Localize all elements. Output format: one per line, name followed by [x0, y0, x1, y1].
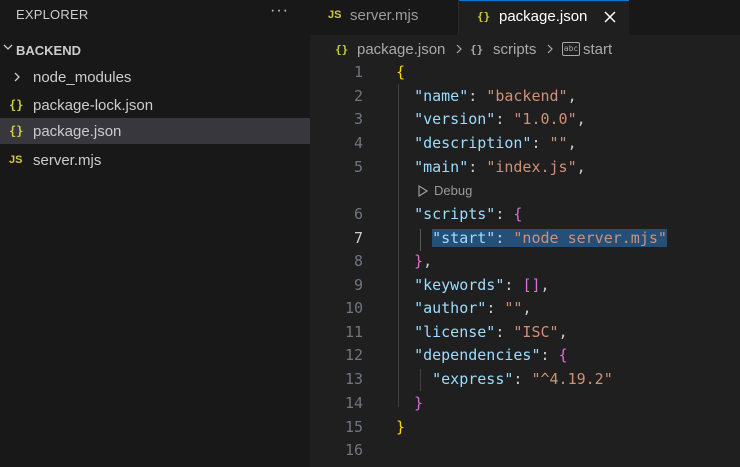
chevron-right-icon — [547, 44, 553, 54]
explorer-title: EXPLORER — [16, 7, 89, 22]
line-number: 2 — [353, 87, 363, 105]
more-actions-icon[interactable]: ··· — [270, 2, 289, 20]
tree-item-label: server.mjs — [33, 152, 102, 169]
line-number: 3 — [353, 110, 363, 128]
tree-item-label: package-lock.json — [33, 97, 154, 114]
line-number: 11 — [344, 323, 363, 341]
object-icon: {} — [470, 43, 484, 56]
json-icon: {} — [477, 10, 491, 23]
string-icon: abc — [562, 42, 580, 56]
tree-item-node-modules[interactable]: node_modules — [0, 64, 310, 90]
code-line: 11 "license": "ISC", — [310, 321, 740, 344]
line-number: 4 — [353, 134, 363, 152]
code-line-current: 7 "start": "node server.mjs" — [310, 227, 740, 250]
tree-item-package-json[interactable]: {} package.json — [0, 118, 310, 144]
code-line: 16 — [310, 439, 740, 462]
code-line: 15 } — [310, 416, 740, 439]
code-text: "express": "^4.19.2" — [432, 370, 613, 388]
tree-item-package-lock-json[interactable]: {} package-lock.json — [0, 92, 310, 118]
json-icon: {} — [9, 124, 24, 138]
tab-server-mjs[interactable]: JS server.mjs — [310, 0, 459, 35]
chevron-right-icon — [456, 44, 462, 54]
code-line: 13 "express": "^4.19.2" — [310, 368, 740, 391]
code-line: 3 "version": "1.0.0", — [310, 108, 740, 131]
folder-title: BACKEND — [16, 43, 81, 58]
line-number: 6 — [353, 205, 363, 223]
code-line: 5 "main": "index.js", — [310, 156, 740, 179]
chevron-right-icon — [14, 72, 20, 82]
breadcrumb-item-start[interactable]: start — [583, 41, 612, 58]
json-icon: {} — [9, 98, 24, 112]
code-line: 1 { — [310, 61, 740, 84]
line-number: 5 — [353, 158, 363, 176]
code-line: 2 "name": "backend", — [310, 85, 740, 108]
tab-package-json[interactable]: {} package.json — [459, 0, 629, 35]
folder-section-backend[interactable]: BACKEND — [0, 38, 310, 62]
line-number: 1 — [353, 63, 363, 81]
breadcrumb-item-scripts[interactable]: scripts — [493, 41, 536, 58]
code-text: } — [414, 394, 424, 412]
code-line: 9 "keywords": [], — [310, 274, 740, 297]
explorer-sidebar: EXPLORER ··· BACKEND node_modules {} pac… — [0, 0, 310, 467]
breadcrumb: {} package.json {} scripts abc start — [310, 38, 740, 60]
code-line: 14 } — [310, 392, 740, 415]
code-text: "version": "1.0.0", — [414, 110, 586, 128]
js-icon: JS — [328, 9, 342, 21]
code-text: "description": "", — [414, 134, 577, 152]
close-icon[interactable] — [603, 10, 617, 24]
code-text: }, — [414, 252, 433, 270]
js-icon: JS — [9, 154, 23, 166]
code-text: "start": "node server.mjs" — [396, 229, 667, 247]
code-line: 8 }, — [310, 250, 740, 273]
json-icon: {} — [335, 43, 349, 56]
code-text: "scripts": { — [414, 205, 523, 223]
text-selection: "start": "node server.mjs" — [432, 229, 667, 247]
code-text: "license": "ISC", — [414, 323, 568, 341]
line-number: 14 — [344, 394, 363, 412]
line-number: 10 — [344, 299, 363, 317]
code-text: "author": "", — [414, 299, 532, 317]
code-line: 6 "scripts": { — [310, 203, 740, 226]
tab-label: server.mjs — [350, 7, 419, 24]
code-text: "main": "index.js", — [414, 158, 586, 176]
tree-item-label: package.json — [33, 123, 122, 140]
line-number: 12 — [344, 346, 363, 364]
explorer-header: EXPLORER ··· — [0, 0, 310, 30]
play-icon — [418, 185, 428, 197]
code-text: } — [396, 418, 406, 436]
editor-area: JS server.mjs {} package.json {} package… — [310, 0, 740, 467]
tabs-bar: JS server.mjs {} package.json — [310, 0, 740, 35]
code-line: 10 "author": "", — [310, 297, 740, 320]
tree-item-server-mjs[interactable]: JS server.mjs — [0, 147, 310, 173]
line-number: 16 — [344, 441, 363, 459]
chevron-down-icon — [3, 44, 13, 50]
code-line: 4 "description": "", — [310, 132, 740, 155]
code-text: "name": "backend", — [414, 87, 577, 105]
codelens-label: Debug — [434, 183, 473, 198]
line-number: 7 — [353, 229, 363, 247]
code-text: "keywords": [], — [414, 276, 550, 294]
code-text: "dependencies": { — [414, 346, 568, 364]
tree-item-label: node_modules — [33, 69, 132, 86]
code-line: 12 "dependencies": { — [310, 344, 740, 367]
line-number: 8 — [353, 252, 363, 270]
tab-label: package.json — [499, 8, 588, 25]
line-number: 13 — [344, 370, 363, 388]
breadcrumb-item-file[interactable]: package.json — [357, 41, 445, 58]
line-number: 9 — [353, 276, 363, 294]
code-text: { — [396, 63, 406, 81]
line-number: 15 — [344, 418, 363, 436]
